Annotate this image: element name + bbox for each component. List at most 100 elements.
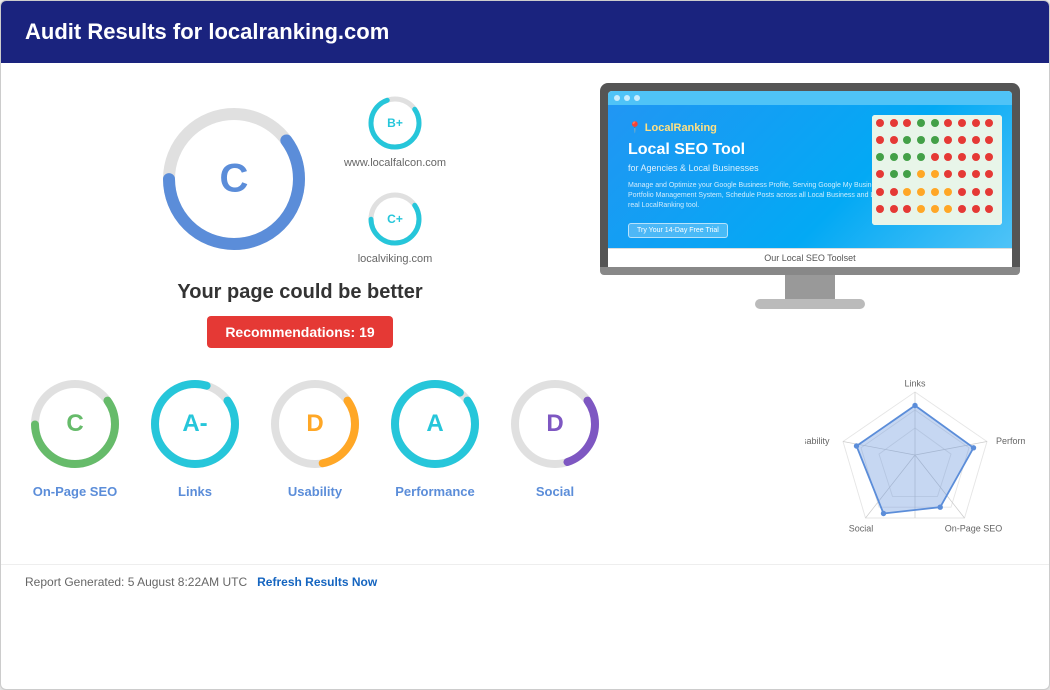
grade-item-performance: A Performance (385, 374, 485, 499)
grid-dot (890, 153, 898, 161)
social-grade: D (546, 410, 563, 438)
footer: Report Generated: 5 August 8:22AM UTC Re… (1, 564, 1049, 599)
report-generated-text: Report Generated: 5 August 8:22AM UTC (25, 575, 247, 589)
grid-dot (944, 170, 952, 178)
social-label: Social (536, 484, 574, 499)
main-content: C B+ www.localfalcon.com (1, 63, 1049, 358)
radar-chart: Links Performance On-Page SEO Social Usa… (805, 374, 1025, 554)
links-gauge: A- (145, 374, 245, 474)
page-header: Audit Results for localranking.com (1, 1, 1049, 63)
grid-dot (917, 188, 925, 196)
screen-map-overlay (872, 115, 1002, 225)
grid-dot (958, 153, 966, 161)
big-gauge-area: C B+ www.localfalcon.com (154, 93, 446, 265)
grid-dot (931, 136, 939, 144)
links-label: Links (178, 484, 212, 499)
monitor-screen: 📍 LocalRanking Local SEO Tool for Agenci… (608, 91, 1012, 267)
grid-dot (985, 188, 993, 196)
grid-dot (985, 136, 993, 144)
page-message: Your page could be better (177, 281, 422, 304)
grid-dot (903, 119, 911, 127)
onpage-label: On-Page SEO (33, 484, 118, 499)
audit-card: Audit Results for localranking.com C (0, 0, 1050, 690)
main-grade-letter: C (220, 157, 249, 202)
usability-grade: D (306, 410, 323, 438)
browser-dot-3 (634, 95, 640, 101)
usability-label: Usability (288, 484, 342, 499)
svg-text:Links: Links (904, 379, 926, 389)
grid-dot (958, 136, 966, 144)
grid-dot (876, 153, 884, 161)
grid-dot (972, 119, 980, 127)
performance-gauge: A (385, 374, 485, 474)
grade-item-links: A- Links (145, 374, 245, 499)
grid-dot (958, 170, 966, 178)
social-gauge: D (505, 374, 605, 474)
competitor-2-grade: C+ (387, 212, 403, 226)
grid-dot (903, 170, 911, 178)
grid-dot (972, 153, 980, 161)
grid-dot (876, 136, 884, 144)
grid-dot (931, 119, 939, 127)
browser-dot-1 (614, 95, 620, 101)
grid-dot (903, 205, 911, 213)
grid-dot (958, 188, 966, 196)
grade-item-usability: D Usability (265, 374, 365, 499)
grid-dot (917, 205, 925, 213)
grid-dot (985, 205, 993, 213)
grid-dot (890, 136, 898, 144)
svg-text:Performance: Performance (996, 436, 1025, 446)
grid-dot (890, 188, 898, 196)
grid-dot (917, 153, 925, 161)
grid-dot (972, 188, 980, 196)
grid-dot (944, 136, 952, 144)
screen-content: 📍 LocalRanking Local SEO Tool for Agenci… (608, 105, 1012, 248)
screen-map (872, 115, 1002, 225)
screen-caption: Our Local SEO Toolset (608, 248, 1012, 267)
grid-dot (903, 136, 911, 144)
grid-dot (985, 170, 993, 178)
grid-dot (931, 153, 939, 161)
competitor-1-grade: B+ (387, 116, 403, 130)
competitor-2: C+ localviking.com (358, 189, 433, 265)
grade-item-social: D Social (505, 374, 605, 499)
grid-dot (985, 119, 993, 127)
grid-dot (944, 205, 952, 213)
grid-dot (972, 170, 980, 178)
onpage-grade: C (66, 410, 83, 438)
monitor-neck (785, 275, 835, 299)
grid-dot (944, 119, 952, 127)
monitor-foot (755, 299, 865, 309)
grid-dot (972, 136, 980, 144)
recommendations-button[interactable]: Recommendations: 19 (207, 316, 392, 348)
competitor-2-url: localviking.com (358, 253, 433, 265)
dots-grid (872, 115, 1002, 225)
left-panel: C B+ www.localfalcon.com (25, 83, 575, 348)
grid-dot (931, 188, 939, 196)
grid-dot (903, 188, 911, 196)
refresh-results-link[interactable]: Refresh Results Now (257, 575, 377, 589)
grades-row: C On-Page SEO A- Links (25, 374, 805, 554)
grid-dot (876, 205, 884, 213)
screen-logo-text: LocalRanking (645, 122, 717, 134)
monitor-mockup: 📍 LocalRanking Local SEO Tool for Agenci… (600, 83, 1020, 309)
grade-item-onpage: C On-Page SEO (25, 374, 125, 499)
svg-text:Social: Social (849, 524, 874, 534)
radar-chart-area: Links Performance On-Page SEO Social Usa… (805, 374, 1025, 554)
grid-dot (876, 188, 884, 196)
competitor-2-gauge: C+ (365, 189, 425, 249)
screen-cta-button[interactable]: Try Your 14-Day Free Trial (628, 223, 728, 238)
grid-dot (890, 205, 898, 213)
monitor-screen-outer: 📍 LocalRanking Local SEO Tool for Agenci… (600, 83, 1020, 267)
competitor-1-gauge: B+ (365, 93, 425, 153)
main-grade-gauge: C (154, 99, 314, 259)
page-title: Audit Results for localranking.com (25, 19, 389, 44)
usability-gauge: D (265, 374, 365, 474)
onpage-gauge: C (25, 374, 125, 474)
grid-dot (958, 119, 966, 127)
performance-label: Performance (395, 484, 474, 499)
grid-dot (985, 153, 993, 161)
performance-grade: A (426, 410, 443, 438)
browser-bar (608, 91, 1012, 105)
grid-dot (890, 170, 898, 178)
